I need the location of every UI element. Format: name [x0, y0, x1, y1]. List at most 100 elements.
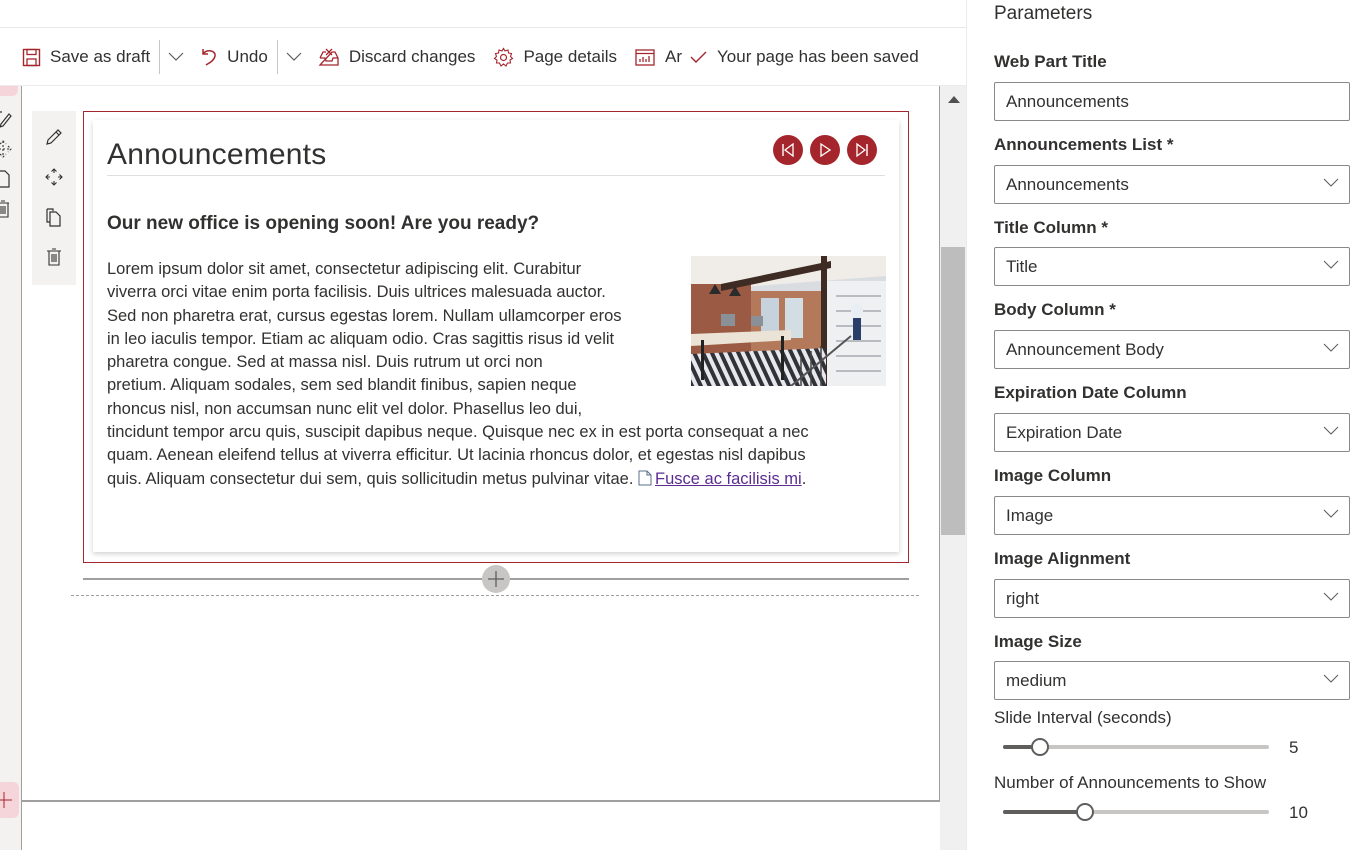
analytics-icon: [635, 48, 655, 66]
discard-changes-button[interactable]: Discard changes: [318, 47, 476, 67]
skip-forward-icon: [856, 142, 868, 158]
save-status-text: Your page has been saved: [717, 47, 919, 66]
skip-back-icon: [782, 142, 794, 158]
edit-webpart-button[interactable]: [36, 117, 72, 157]
undo-label: Undo: [227, 47, 268, 66]
document-icon: [638, 470, 652, 486]
command-bar: Save as draft Undo Discard changes Page …: [0, 29, 966, 86]
expiration-date-column-dropdown[interactable]: Expiration Date: [994, 413, 1350, 452]
sharepoint-page-editor: Save as draft Undo Discard changes Page …: [0, 0, 1366, 850]
chevron-down-icon: [1323, 343, 1339, 352]
slider-thumb[interactable]: [1076, 803, 1094, 821]
section-toolbar: [0, 104, 14, 224]
slide-interval-label: Slide Interval (seconds): [994, 708, 1172, 727]
checkmark-icon: [690, 51, 707, 63]
body-column-label: Body Column *: [994, 300, 1116, 319]
body-line-last: quis. Aliquam consectetur dui sem, quis …: [107, 468, 877, 491]
slider-fill: [1003, 810, 1085, 814]
analytics-button[interactable]: Ar: [635, 47, 682, 67]
delete-section-button[interactable]: [0, 194, 14, 224]
carousel-controls: [773, 135, 877, 165]
add-webpart-button[interactable]: [482, 565, 510, 593]
save-status: Your page has been saved: [690, 47, 919, 67]
image-column-label: Image Column: [994, 466, 1112, 485]
edit-section-button[interactable]: [0, 104, 14, 134]
body-line: Sed non pharetra erat, cursus egestas lo…: [107, 306, 622, 325]
body-line: pharetra congue. Sed at massa nisl. Duis…: [107, 353, 543, 372]
save-options-dropdown[interactable]: [168, 52, 184, 62]
chevron-down-icon: [1323, 178, 1339, 187]
play-icon: [820, 142, 832, 158]
body-line-text: quis. Aliquam consectetur dui sem, quis …: [107, 469, 639, 488]
discard-icon: [318, 48, 339, 66]
add-section-left-button[interactable]: [0, 782, 19, 818]
title-divider: [107, 175, 885, 176]
move-section-button[interactable]: [0, 134, 14, 164]
undo-options-dropdown[interactable]: [286, 52, 302, 62]
move-webpart-button[interactable]: [36, 157, 72, 197]
chevron-down-icon: [1323, 426, 1339, 435]
slider-thumb[interactable]: [1031, 738, 1049, 756]
top-strip: [0, 0, 966, 28]
announcements-list-dropdown[interactable]: Announcements: [994, 165, 1350, 204]
announcement-body: Lorem ipsum dolor sit amet, consectetur …: [107, 258, 877, 491]
toolbar-divider: [159, 40, 161, 74]
duplicate-section-button[interactable]: [0, 164, 14, 194]
scroll-thumb[interactable]: [941, 247, 965, 535]
pencil-icon: [46, 129, 62, 145]
image-size-dropdown[interactable]: medium: [994, 661, 1350, 700]
image-alignment-value: right: [1006, 588, 1040, 608]
pane-heading: Parameters: [994, 3, 1093, 24]
move-icon: [45, 168, 63, 186]
undo-button[interactable]: Undo: [200, 47, 268, 67]
chevron-down-icon: [1323, 260, 1339, 269]
web-part-title-label: Web Part Title: [994, 52, 1107, 71]
chevron-down-icon: [286, 52, 302, 61]
expiration-date-column-value: Expiration Date: [1006, 422, 1123, 442]
title-column-label: Title Column *: [994, 218, 1108, 237]
trash-icon: [47, 248, 61, 266]
announcements-list-label: Announcements List *: [994, 135, 1174, 154]
image-alignment-label: Image Alignment: [994, 549, 1131, 568]
announcement-link[interactable]: Fusce ac facilisis mi: [655, 470, 802, 488]
body-line: viverra orci vitae enim porta facilisis.…: [107, 283, 606, 302]
duplicate-webpart-button[interactable]: [36, 197, 72, 237]
section-tab: [0, 86, 18, 96]
discard-changes-label: Discard changes: [348, 47, 476, 66]
undo-icon: [202, 49, 216, 66]
body-line: in leo iaculis tempor. Etiam ac aliquam …: [107, 329, 615, 348]
num-announcements-slider[interactable]: [1003, 802, 1269, 822]
play-button[interactable]: [810, 135, 840, 165]
scroll-up-arrow-icon[interactable]: [948, 96, 960, 103]
copy-icon: [0, 170, 10, 188]
body-line: pretium. Aliquam sodales, sem sed blandi…: [107, 376, 577, 395]
chevron-down-icon: [1323, 674, 1339, 683]
edit-section-icon: [0, 111, 12, 128]
title-column-dropdown[interactable]: Title: [994, 247, 1350, 286]
body-column-dropdown[interactable]: Announcement Body: [994, 330, 1350, 369]
slide-interval-slider[interactable]: [1003, 737, 1269, 757]
page-edit-area: Save as draft Undo Discard changes Page …: [0, 0, 966, 850]
page-details-button[interactable]: Page details: [493, 46, 618, 68]
body-line: quam. Aenean eleifend tellus at viverra …: [107, 446, 806, 465]
chevron-down-icon: [1323, 592, 1339, 601]
title-column-value: Title: [1006, 256, 1038, 276]
web-part-title-input[interactable]: Announcements: [994, 82, 1350, 121]
save-as-draft-button[interactable]: Save as draft: [22, 47, 150, 67]
image-alignment-dropdown[interactable]: right: [994, 579, 1350, 618]
copy-icon: [46, 208, 61, 227]
delete-webpart-button[interactable]: [36, 237, 72, 277]
image-column-dropdown[interactable]: Image: [994, 496, 1350, 535]
section-boundary: [71, 595, 919, 596]
gear-icon: [494, 46, 514, 67]
canvas-scrollbar[interactable]: [940, 86, 966, 850]
first-announcement-button[interactable]: [773, 135, 803, 165]
body-line: rhoncus nisl, non accumsan nunc elit vel…: [107, 399, 583, 418]
plus-icon: [0, 792, 12, 808]
body-column-value: Announcement Body: [1006, 339, 1164, 359]
webpart-title: Announcements: [107, 138, 327, 171]
save-as-draft-label: Save as draft: [50, 47, 151, 66]
image-size-label: Image Size: [994, 632, 1082, 651]
last-announcement-button[interactable]: [847, 135, 877, 165]
page-details-label: Page details: [523, 47, 618, 66]
